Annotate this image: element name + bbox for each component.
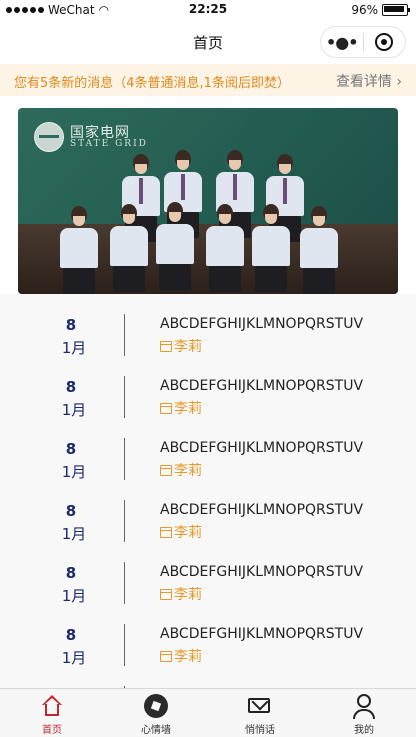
item-title: ABCDEFGHIJKLMNOPQRSTUV [160, 502, 364, 518]
calendar-icon [160, 650, 172, 662]
photo-person [156, 202, 194, 290]
view-details-link[interactable]: 查看详情 › [336, 71, 402, 91]
item-month: 1月 [61, 339, 87, 357]
item-month: 1月 [61, 525, 87, 543]
tab-whisper[interactable]: 悄悄话 [208, 689, 312, 737]
item-author: 李莉 [160, 336, 202, 356]
photo-person [60, 206, 98, 294]
item-divider [124, 314, 125, 356]
item-divider [124, 438, 125, 480]
photo-person [110, 204, 148, 292]
list-item[interactable]: 8 1月 ABCDEFGHIJKLMNOPQRSTUV 李莉 [0, 420, 416, 482]
item-title: ABCDEFGHIJKLMNOPQRSTUV [160, 626, 364, 642]
list-item[interactable]: 8 1月 ABCDEFGHIJKLMNOPQRSTUV 李莉 [0, 296, 416, 358]
home-icon [40, 694, 64, 718]
calendar-icon [160, 526, 172, 538]
item-author-name: 李莉 [174, 649, 202, 665]
item-month: 1月 [61, 463, 87, 481]
tab-label: 我的 [354, 725, 374, 736]
item-month: 1月 [61, 587, 87, 605]
item-divider [124, 624, 125, 666]
item-day: 8 [65, 626, 77, 644]
item-day: 8 [65, 316, 77, 334]
item-author-name: 李莉 [174, 339, 202, 355]
calendar-icon [160, 464, 172, 476]
more-dots-icon[interactable]: •●• [321, 33, 363, 52]
item-day: 8 [65, 502, 77, 520]
item-author-name: 李莉 [174, 463, 202, 479]
news-list: 8 1月 ABCDEFGHIJKLMNOPQRSTUV 李莉 8 1月 ABCD… [0, 296, 416, 668]
target-icon [375, 33, 394, 51]
close-target-button[interactable] [364, 33, 406, 51]
item-day: 8 [65, 564, 77, 582]
list-item[interactable]: 8 1月 ABCDEFGHIJKLMNOPQRSTUV 李莉 [0, 358, 416, 420]
mail-icon [248, 694, 272, 718]
item-author: 李莉 [160, 646, 202, 666]
photo-person [300, 206, 338, 294]
calendar-icon [160, 402, 172, 414]
item-title: ABCDEFGHIJKLMNOPQRSTUV [160, 440, 364, 456]
state-grid-logo-icon [34, 122, 64, 152]
item-day: 8 [65, 440, 77, 458]
mini-program-capsule: •●• [320, 26, 406, 58]
battery-icon [382, 4, 410, 16]
aperture-icon [144, 694, 168, 718]
notice-message: 您有5条新的消息（4条普通消息,1条阅后即焚） [14, 76, 290, 91]
nav-bar: 首页 •●• [0, 20, 416, 64]
item-divider [124, 562, 125, 604]
photo-person [252, 204, 290, 292]
item-author: 李莉 [160, 398, 202, 418]
tab-label: 心情墙 [141, 725, 171, 736]
tab-mine[interactable]: 我的 [312, 689, 416, 737]
item-author: 李莉 [160, 460, 202, 480]
item-divider [124, 500, 125, 542]
tab-label: 首页 [42, 725, 62, 736]
photo-person [206, 204, 244, 292]
tab-bar: 首页 心情墙 悄悄话 我的 [0, 688, 416, 737]
item-author-name: 李莉 [174, 587, 202, 603]
item-title: ABCDEFGHIJKLMNOPQRSTUV [160, 564, 364, 580]
item-author-name: 李莉 [174, 525, 202, 541]
tab-mood-wall[interactable]: 心情墙 [104, 689, 208, 737]
item-month: 1月 [61, 649, 87, 667]
item-author-name: 李莉 [174, 401, 202, 417]
calendar-icon [160, 588, 172, 600]
tab-home[interactable]: 首页 [0, 689, 104, 737]
item-author: 李莉 [160, 522, 202, 542]
item-author: 李莉 [160, 584, 202, 604]
item-title: ABCDEFGHIJKLMNOPQRSTUV [160, 316, 364, 332]
banner-carousel: 国家电网 STATE GRID [0, 96, 416, 294]
tab-label: 悄悄话 [245, 725, 275, 736]
item-divider [124, 376, 125, 418]
list-item[interactable]: 8 1月 ABCDEFGHIJKLMNOPQRSTUV 李莉 [0, 482, 416, 544]
item-month: 1月 [61, 401, 87, 419]
calendar-icon [160, 340, 172, 352]
notice-bar[interactable]: 您有5条新的消息（4条普通消息,1条阅后即焚） 查看详情 › [0, 64, 416, 96]
banner-image[interactable]: 国家电网 STATE GRID [18, 108, 398, 294]
list-item[interactable]: 8 1月 ABCDEFGHIJKLMNOPQRSTUV 李莉 [0, 606, 416, 668]
banner-logo-en: STATE GRID [70, 139, 148, 149]
battery-group: 96% [351, 3, 410, 17]
battery-percent: 96% [351, 3, 378, 17]
user-icon [352, 694, 376, 719]
item-title: ABCDEFGHIJKLMNOPQRSTUV [160, 378, 364, 394]
item-day: 8 [65, 378, 77, 396]
status-bar: WeChat ◠ 22:25 96% [0, 0, 416, 20]
list-item[interactable]: 8 1月 ABCDEFGHIJKLMNOPQRSTUV 李莉 [0, 544, 416, 606]
